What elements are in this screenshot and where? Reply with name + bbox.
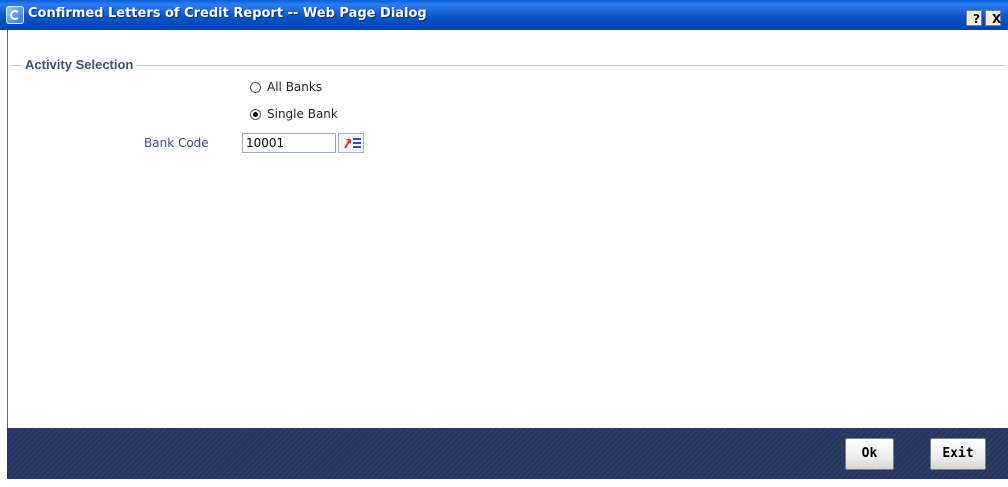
lov-arrow-icon: [344, 139, 351, 149]
bank-code-lov-button[interactable]: [338, 133, 364, 153]
ok-button[interactable]: Ok: [845, 438, 894, 470]
single-bank-label: Single Bank: [267, 107, 338, 121]
fieldset-border: [10, 65, 1006, 66]
button-footer: Ok Exit: [7, 428, 1008, 479]
all-banks-radio[interactable]: [250, 81, 261, 93]
dialog-window: Confirmed Letters of Credit Report -- We…: [0, 0, 1008, 487]
single-bank-radio[interactable]: [250, 108, 261, 120]
fieldset-legend: Activity Selection: [22, 57, 137, 72]
radio-option-single-bank[interactable]: Single Bank: [250, 107, 338, 121]
help-button[interactable]: ?: [966, 10, 982, 26]
list-icon: [353, 138, 361, 148]
title-bar[interactable]: Confirmed Letters of Credit Report -- We…: [0, 0, 1008, 30]
bank-code-input[interactable]: [242, 133, 336, 153]
radio-option-all-banks[interactable]: All Banks: [250, 80, 322, 94]
window-bottom-edge: [0, 479, 1008, 487]
window-title: Confirmed Letters of Credit Report -- We…: [28, 6, 427, 21]
close-button[interactable]: X: [985, 10, 1001, 26]
ie-icon: [6, 6, 24, 24]
content-area: Activity Selection All Banks Single Bank…: [7, 30, 1008, 428]
bank-code-label: Bank Code: [144, 136, 209, 150]
all-banks-label: All Banks: [267, 80, 323, 94]
exit-button[interactable]: Exit: [930, 438, 986, 470]
